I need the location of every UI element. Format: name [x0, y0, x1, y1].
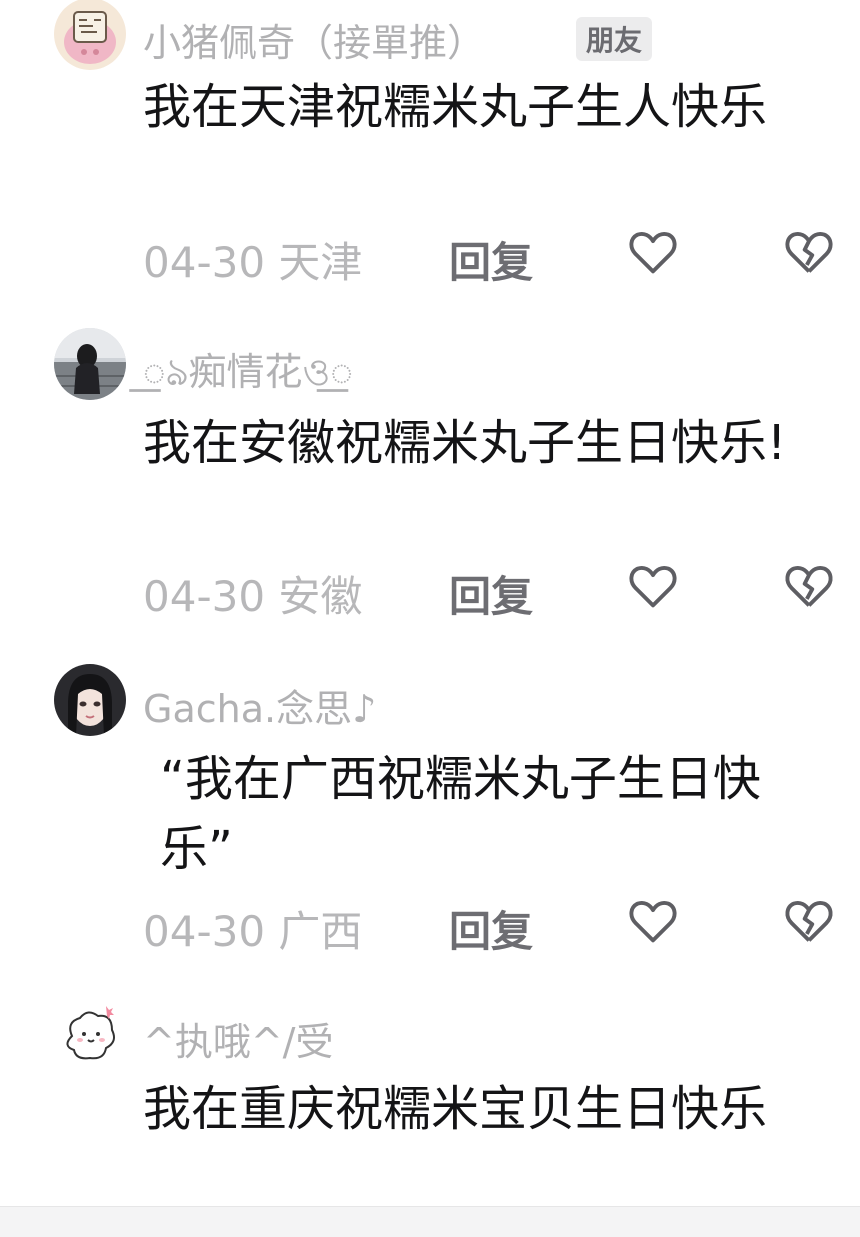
friend-badge: 朋友	[576, 17, 653, 61]
heart-like-icon[interactable]	[627, 561, 679, 613]
heart-like-icon[interactable]	[627, 227, 679, 279]
avatar[interactable]	[54, 664, 126, 736]
broken-heart-dislike-icon[interactable]	[783, 227, 835, 279]
username[interactable]: 小猪佩奇（接單推）	[143, 12, 485, 67]
cartoon-pig-avatar-icon	[54, 0, 126, 70]
avatar[interactable]	[54, 328, 126, 400]
bottom-input-bar[interactable]	[0, 1206, 860, 1237]
username[interactable]: Gacha.念思♪	[143, 678, 376, 733]
comment-date-location: 04-30 广西	[143, 898, 362, 959]
reply-button[interactable]: 回复	[449, 229, 533, 290]
comment-date: 04-30	[143, 572, 266, 621]
comment-text[interactable]: 我在安徽祝糯米丸子生日快乐!	[143, 408, 823, 478]
comment-date-location: 04-30 安徽	[143, 563, 362, 624]
reply-button[interactable]: 回复	[449, 563, 533, 624]
anime-girl-avatar-icon	[54, 664, 126, 736]
comment-date-location: 04-30 天津	[143, 229, 362, 290]
comment-date: 04-30	[143, 907, 266, 956]
avatar[interactable]	[54, 0, 126, 70]
doodle-dog-avatar-icon	[54, 998, 126, 1070]
comment-location: 天津	[278, 238, 363, 287]
broken-heart-dislike-icon[interactable]	[783, 896, 835, 948]
comment-text[interactable]: 我在重庆祝糯米宝贝生日快乐	[143, 1074, 823, 1144]
username[interactable]: ꯭ঌ痴情花ও꯭	[143, 341, 353, 407]
avatar[interactable]	[54, 998, 126, 1070]
comment-text[interactable]: “我在广西祝糯米丸子生日快乐”	[160, 744, 823, 884]
comment-text[interactable]: 我在天津祝糯米丸子生人快乐	[143, 72, 823, 142]
comment-location: 广西	[278, 907, 363, 956]
comment-location: 安徽	[278, 572, 363, 621]
comment-meta: 04-30 天津 回复	[143, 229, 833, 289]
broken-heart-dislike-icon[interactable]	[783, 561, 835, 613]
heart-like-icon[interactable]	[627, 896, 679, 948]
girl-by-window-avatar-icon	[54, 328, 126, 400]
username[interactable]: ^执哦^/受	[143, 1011, 333, 1066]
comment-date: 04-30	[143, 238, 266, 287]
reply-button[interactable]: 回复	[449, 898, 533, 959]
comment-meta: 04-30 广西 回复	[143, 898, 833, 958]
comment-meta: 04-30 安徽 回复	[143, 563, 833, 623]
